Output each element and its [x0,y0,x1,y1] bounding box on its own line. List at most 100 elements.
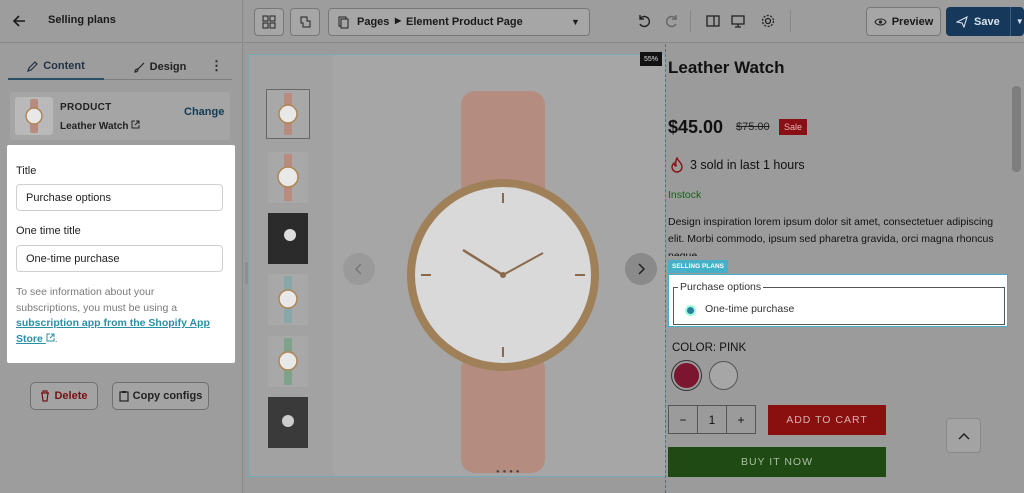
tab-content[interactable]: Content [8,54,104,80]
pages-label: Pages [357,16,390,28]
info-text: To see information about your subscripti… [16,286,178,314]
watch-thumbnail-icon [277,154,299,201]
editor-canvas: ●●●● 55% Leather Watch $45.00 $75.00 Sal… [244,44,1024,493]
toolbar-divider [690,10,691,32]
color-label: COLOR: PINK [672,342,746,354]
redo-icon[interactable] [664,13,680,29]
quantity-stepper: − 1 + [668,405,756,434]
title-input[interactable] [16,184,223,211]
gallery-next-button[interactable] [625,253,657,285]
layout-grid-button[interactable] [254,8,284,36]
watch-thumbnail-icon [25,99,43,133]
qty-increase-button[interactable]: + [727,406,755,433]
delete-button[interactable]: Delete [30,382,98,410]
product-name[interactable]: Leather Watch [60,120,140,132]
gallery-prev-button[interactable] [343,253,375,285]
toolbar-divider [790,10,791,32]
breadcrumb-caret-icon: ▶ [395,16,402,25]
color-label-text: COLOR: [672,342,717,354]
gallery-thumbnail[interactable] [268,213,308,264]
qty-value[interactable]: 1 [698,406,727,433]
gear-icon[interactable] [760,13,776,29]
copy-configs-label: Copy configs [132,390,203,402]
trash-icon [41,390,50,402]
sidebar-title: Selling plans [48,14,116,26]
gallery-thumbnail[interactable] [268,152,308,203]
grid-icon [262,15,276,29]
qty-decrease-button[interactable]: − [669,406,698,433]
pages-icon [338,16,349,29]
clipboard-icon [119,391,129,402]
desktop-icon[interactable] [730,13,746,29]
page-selector[interactable]: Pages ▶ Element Product Page ▼ [328,8,590,36]
gallery-thumbnail[interactable] [266,89,310,139]
more-options-icon[interactable]: ⋮ [210,58,223,74]
buy-now-button[interactable]: BUY IT NOW [668,447,886,477]
selling-plans-element[interactable]: Purchase options One-time purchase [668,274,1008,327]
watch-image-icon [407,91,599,473]
watch-thumbnail-icon [278,276,298,323]
tab-content-label: Content [43,60,85,72]
add-to-cart-button[interactable]: ADD TO CART [768,405,886,435]
compare-price: $75.00 [736,121,770,133]
chevron-down-icon[interactable]: ▼ [1016,17,1024,26]
watch-thumbnail-icon [278,338,298,385]
one-time-title-label: One time title [16,225,81,237]
save-button[interactable]: Save ▼ [946,7,1024,36]
scroll-to-top-button[interactable] [946,418,981,453]
product-image-gallery: ●●●● [248,54,666,477]
layers-button[interactable] [290,8,320,36]
subscription-info-text: To see information about your subscripti… [16,285,221,347]
wrist-photo-icon [282,415,294,427]
wrist-photo-icon [284,229,296,241]
purchase-options-legend: Purchase options [678,281,764,293]
preview-button[interactable]: Preview [866,7,941,36]
info-end: . [54,332,58,345]
product-title: Leather Watch [668,58,785,77]
flame-icon [671,157,683,173]
tab-design-label: Design [149,61,187,73]
one-time-purchase-radio[interactable] [685,305,696,316]
sold-counter: 3 sold in last 1 hours [690,158,805,172]
canvas-scrollbar[interactable] [1012,86,1021,172]
pencil-icon [27,60,39,72]
delete-label: Delete [54,390,88,402]
one-time-title-input[interactable] [16,245,223,272]
product-thumbnail [15,97,53,135]
copy-configs-button[interactable]: Copy configs [112,382,209,410]
external-link-icon [131,120,140,129]
main-product-image [333,55,665,476]
layers-icon [300,16,311,28]
tab-design[interactable]: Design [120,54,200,80]
chevron-up-icon [957,432,970,440]
panel-toggle-icon[interactable] [705,13,721,29]
change-product-link[interactable]: Change [184,106,224,118]
zoom-level: 55% [640,52,662,66]
product-name-text: Leather Watch [60,121,129,132]
subscription-app-link[interactable]: subscription app from the Shopify App St… [16,317,210,345]
back-arrow-icon[interactable] [10,12,28,30]
swatch-light[interactable] [709,361,738,390]
purchase-options-fieldset: Purchase options One-time purchase [673,281,1005,325]
page-name: Element Product Page [406,16,523,28]
one-time-purchase-label: One-time purchase [705,303,795,315]
chevron-right-icon [638,263,646,275]
sale-badge: Sale [779,119,808,135]
gallery-thumbnail[interactable] [268,274,308,325]
product-label: PRODUCT [60,102,112,113]
send-icon [956,15,968,28]
watch-thumbnail-icon [278,93,298,135]
undo-icon[interactable] [636,13,652,29]
swatch-pink[interactable] [672,361,701,390]
top-toolbar: Pages ▶ Element Product Page ▼ Preview S… [244,0,1024,43]
gallery-pagination-dots[interactable]: ●●●● [496,469,523,475]
sidebar-header: Selling plans [0,0,243,43]
selling-plans-element-tag[interactable]: SELLING PLANS [668,260,729,273]
thumbnail-strip [249,55,333,476]
gallery-thumbnail[interactable] [268,336,308,387]
stock-status: Instock [668,189,702,201]
product-card: PRODUCT Leather Watch Change [10,92,230,140]
title-field-label: Title [16,165,37,177]
color-value: PINK [719,342,747,354]
gallery-thumbnail[interactable] [268,397,308,448]
